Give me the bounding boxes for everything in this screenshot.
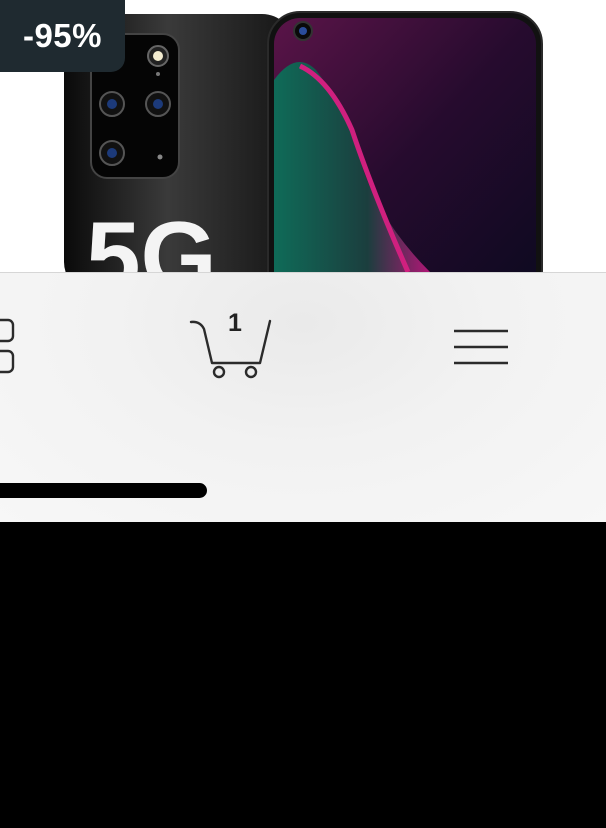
- home-indicator: [0, 483, 207, 498]
- bottom-navigation-bar: 1: [0, 272, 606, 522]
- discount-badge: -95%: [0, 0, 125, 72]
- product-card[interactable]: 5G -95%: [0, 0, 606, 272]
- hamburger-menu-icon[interactable]: [448, 325, 514, 369]
- svg-text:5G: 5G: [86, 201, 217, 272]
- grid-icon[interactable]: [0, 317, 16, 379]
- cart-count-badge: 1: [228, 309, 242, 337]
- cart-button[interactable]: 1: [188, 307, 278, 383]
